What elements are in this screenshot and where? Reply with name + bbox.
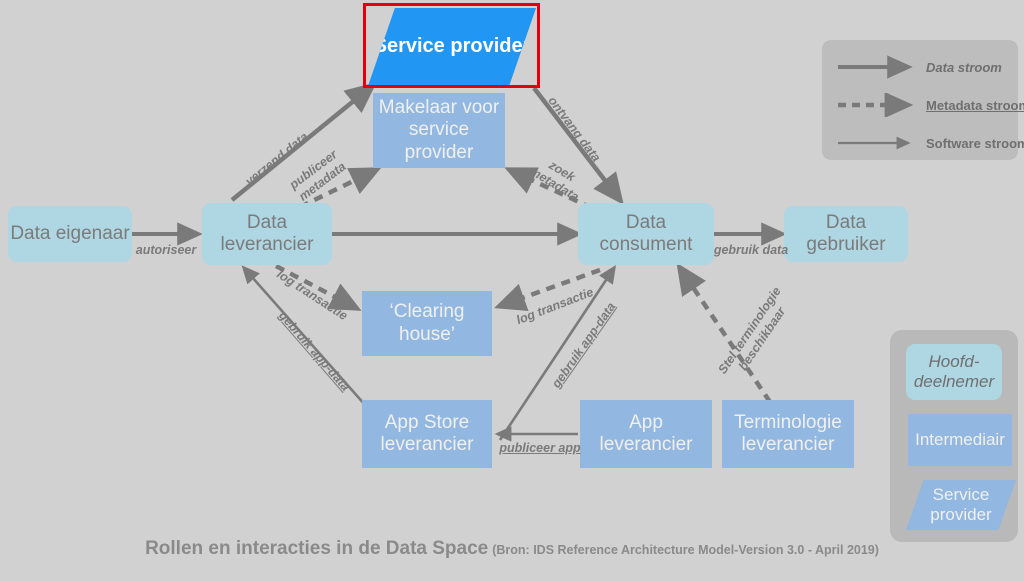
legend-label: Data stroom [926, 59, 1002, 75]
legend-item-software-stroom: Software stroom [836, 131, 1024, 155]
node-terminologie-leverancier[interactable]: Terminologie leverancier [722, 400, 854, 468]
node-app-store-leverancier[interactable]: App Store leverancier [362, 400, 492, 468]
legend-shape-label: Intermediair [915, 429, 1005, 449]
node-data-leverancier[interactable]: Data leverancier [202, 203, 332, 265]
diagram-canvas: Data eigenaar Data leverancier Data cons… [0, 0, 1024, 581]
node-makelaar-voor-service-provider[interactable]: Makelaar voor service provider [373, 93, 505, 168]
legend-label: Software stroom [926, 135, 1024, 151]
node-label: Data leverancier [220, 211, 314, 255]
node-label: Terminologie leverancier [734, 411, 842, 455]
node-label: Makelaar voor service provider [378, 96, 500, 163]
node-label: App Store leverancier [380, 411, 474, 455]
legend-item-data-stroom: Data stroom [836, 55, 1006, 79]
node-label: Data consument [599, 211, 693, 255]
edge-label-gebruik-data: gebruik data [713, 243, 789, 257]
legend-shape-label: Service provider [930, 484, 992, 524]
edge-label-autoriseer: autoriseer [135, 243, 197, 257]
caption-source: (Bron: IDS Reference Architecture Model-… [492, 543, 879, 557]
node-label: Data eigenaar [10, 222, 130, 244]
legend-shape-serviceprovider: Service provider [906, 480, 1016, 530]
caption-title: Rollen en interacties in de Data Space [145, 538, 489, 559]
node-label: ‘Clearing house’ [389, 301, 465, 345]
legend-shape-hoofddeelnemer: Hoofd-deelnemer [906, 344, 1002, 400]
node-label: App leverancier [599, 411, 693, 455]
legend-flows-panel: Data stroom Metadata stroom Software str… [822, 40, 1024, 160]
node-label: Service provider [373, 35, 531, 58]
legend-label: Metadata stroom [926, 97, 1024, 113]
node-data-consument[interactable]: Data consument [578, 203, 714, 265]
data-stroom-arrow-icon [838, 55, 913, 79]
edge-label-publiceer-app: publiceer app [499, 441, 581, 455]
legend-shape-label: Hoofd-deelnemer [913, 351, 995, 391]
node-data-gebruiker[interactable]: Data gebruiker [784, 206, 908, 262]
node-label: Data gebruiker [806, 211, 886, 255]
node-service-provider[interactable]: Service provider [368, 8, 536, 86]
node-clearing-house[interactable]: ‘Clearing house’ [362, 291, 492, 356]
node-data-eigenaar[interactable]: Data eigenaar [8, 206, 132, 262]
node-app-leverancier[interactable]: App leverancier [580, 400, 712, 468]
software-stroom-arrow-icon [838, 136, 911, 150]
legend-shapes-panel: Hoofd-deelnemer Intermediair Service pro… [890, 330, 1018, 542]
metadata-stroom-arrow-icon [838, 93, 914, 117]
legend-shape-intermediair: Intermediair [908, 414, 1012, 466]
diagram-caption: Rollen en interacties in de Data Space (B… [0, 538, 1024, 560]
legend-item-metadata-stroom: Metadata stroom [836, 93, 1024, 117]
